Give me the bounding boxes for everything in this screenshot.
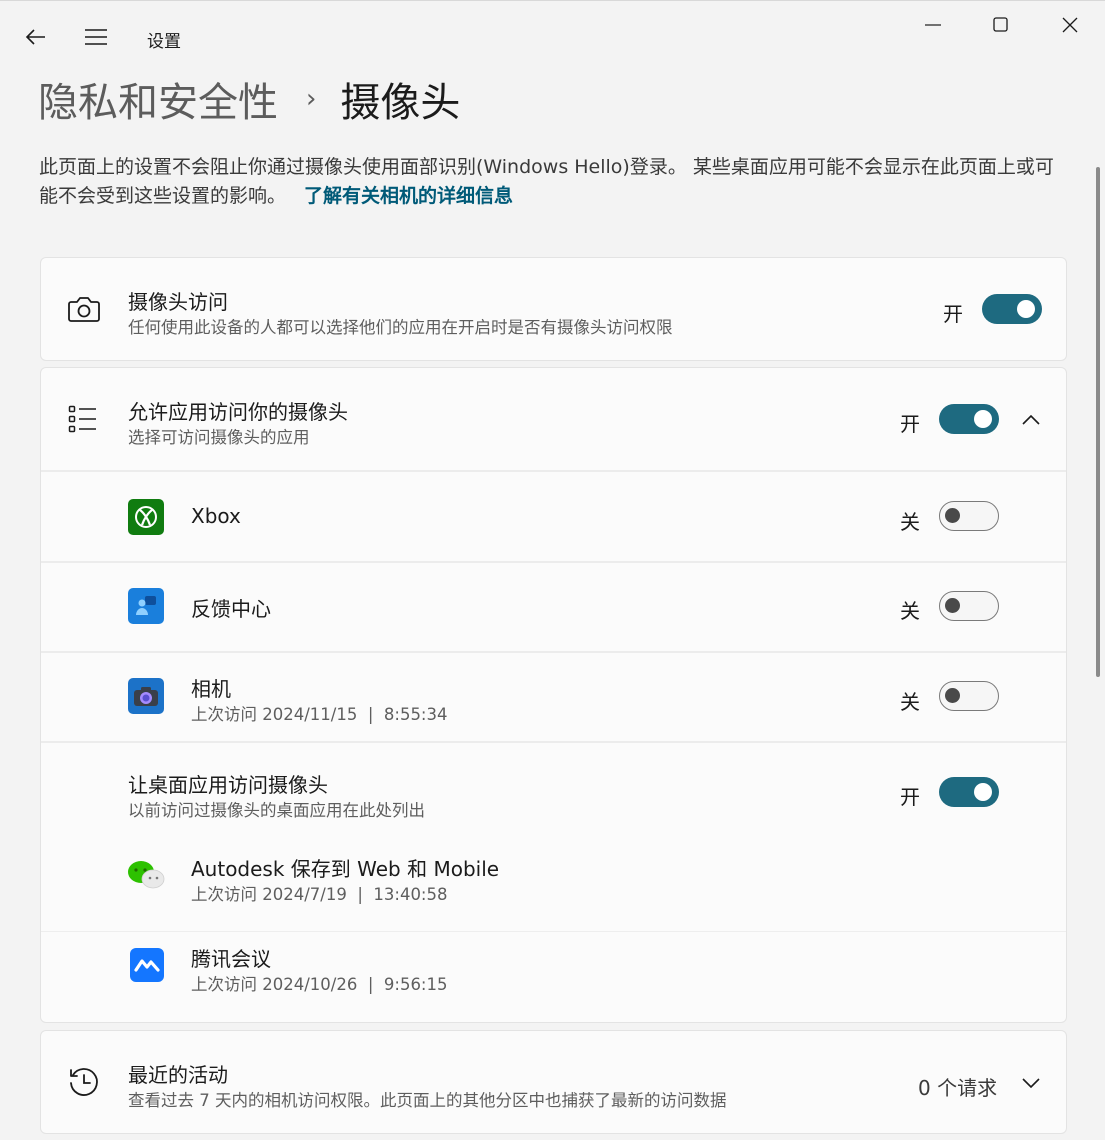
list-icon [68,404,98,434]
intro-description: 此页面上的设置不会阻止你通过摄像头使用面部识别(Windows Hello)登录… [39,153,1069,211]
desktop-access-title: 让桌面应用访问摄像头 [128,773,328,797]
recent-activity-title: 最近的活动 [128,1063,228,1087]
app-name: 反馈中心 [191,597,271,621]
chevron-down-icon[interactable] [1019,1073,1043,1093]
chevron-up-icon[interactable] [1019,410,1043,430]
divider [41,931,1066,932]
feedback-hub-icon [128,588,164,624]
back-arrow-icon [25,29,45,45]
scrollbar[interactable] [1096,167,1100,677]
desktop-access-toggle[interactable] [939,777,999,807]
close-icon [1062,17,1078,33]
app-access-toggle[interactable] [939,404,999,434]
desktop-app-row: 腾讯会议 上次访问 2024/10/26 | 9:56:15 [41,933,1066,1021]
tencent-meeting-icon [130,948,164,982]
desktop-app-row: Autodesk 保存到 Web 和 Mobile 上次访问 2024/7/19… [41,838,1066,930]
close-button[interactable] [1047,9,1093,41]
back-button[interactable] [18,21,54,53]
xbox-icon [128,499,164,535]
page-title: 摄像头 [340,80,461,126]
app-title: 设置 [147,32,181,52]
camera-access-card: 摄像头访问 任何使用此设备的人都可以选择他们的应用在开启时是否有摄像头访问权限 … [40,257,1067,361]
app-name: 相机 [191,677,231,701]
maximize-icon [993,17,1008,32]
camera-icon [65,292,103,326]
xbox-toggle[interactable] [939,501,999,531]
breadcrumb: 隐私和安全性 › 摄像头 [38,71,460,127]
request-count: 0 个请求 [918,1076,998,1100]
menu-button[interactable] [78,21,114,53]
wechat-icon [127,858,167,892]
camera-app-icon [128,678,164,714]
app-last-access: 上次访问 2024/7/19 | 13:40:58 [191,885,448,904]
title-bar: 设置 [0,1,1105,71]
app-access-header[interactable]: 允许应用访问你的摄像头 选择可访问摄像头的应用 开 [41,368,1066,472]
maximize-button[interactable] [978,9,1024,41]
app-row-feedback-hub: 反馈中心 关 [41,563,1066,651]
app-access-title: 允许应用访问你的摄像头 [128,400,348,424]
recent-activity-card[interactable]: 最近的活动 查看过去 7 天内的相机访问权限。此页面上的其他分区中也捕获了最新的… [40,1030,1067,1134]
app-name: 腾讯会议 [191,947,271,971]
breadcrumb-separator: › [306,84,317,114]
app-row-camera: 相机 上次访问 2024/11/15 | 8:55:34 关 [41,653,1066,741]
app-name: Autodesk 保存到 Web 和 Mobile [191,857,500,881]
camera-access-toggle[interactable] [982,294,1042,324]
desktop-access-state: 开 [900,785,920,809]
camera-access-state: 开 [943,302,963,326]
app-access-subtitle: 选择可访问摄像头的应用 [128,428,310,447]
app-last-access: 上次访问 2024/10/26 | 9:56:15 [191,975,448,994]
intro-text: 此页面上的设置不会阻止你通过摄像头使用面部识别(Windows Hello)登录… [39,156,1054,207]
app-access-state: 开 [900,412,920,436]
learn-more-link[interactable]: 了解有关相机的详细信息 [304,185,513,207]
camera-access-subtitle: 任何使用此设备的人都可以选择他们的应用在开启时是否有摄像头访问权限 [128,318,673,337]
app-name: Xbox [191,504,241,528]
app-last-access: 上次访问 2024/11/15 | 8:55:34 [191,705,448,724]
app-state: 关 [900,599,920,623]
app-state: 关 [900,510,920,534]
app-state: 关 [900,690,920,714]
minimize-icon [925,24,941,26]
hamburger-menu-icon [85,29,107,45]
app-row-xbox: Xbox 关 [41,472,1066,562]
camera-app-toggle[interactable] [939,681,999,711]
app-access-card: 允许应用访问你的摄像头 选择可访问摄像头的应用 开 Xbox 关 反馈中心 关 … [40,367,1067,1023]
camera-access-title: 摄像头访问 [128,290,228,314]
history-icon [67,1065,101,1099]
minimize-button[interactable] [910,9,956,41]
breadcrumb-parent[interactable]: 隐私和安全性 [38,70,278,128]
feedback-hub-toggle[interactable] [939,591,999,621]
recent-activity-subtitle: 查看过去 7 天内的相机访问权限。此页面上的其他分区中也捕获了最新的访问数据 [128,1091,727,1110]
desktop-access-subtitle: 以前访问过摄像头的桌面应用在此处列出 [128,801,425,820]
desktop-access-header: 让桌面应用访问摄像头 以前访问过摄像头的桌面应用在此处列出 开 [41,743,1066,833]
